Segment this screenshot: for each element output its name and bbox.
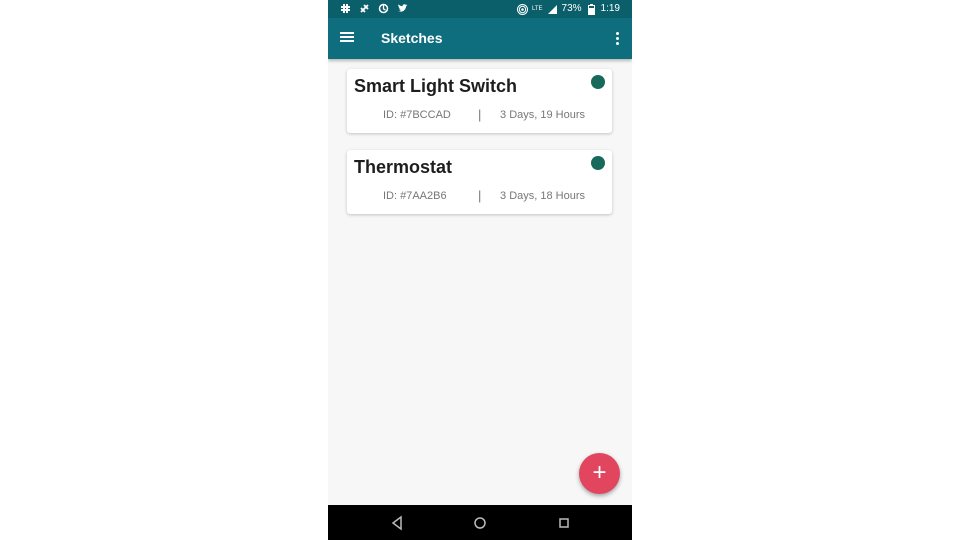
slack-alt-icon (359, 3, 370, 14)
more-vert-icon[interactable] (612, 30, 622, 48)
navigation-bar (328, 505, 632, 540)
sketch-meta: ID: #7AA2B6 | 3 Days, 18 Hours (347, 188, 612, 204)
add-sketch-button[interactable]: + (579, 453, 620, 494)
signal-icon (547, 4, 558, 15)
sketch-card-thermostat[interactable]: Thermostat ID: #7AA2B6 | 3 Days, 18 Hour… (347, 150, 612, 214)
recents-icon[interactable] (555, 514, 573, 532)
clock: 1:19 (600, 3, 620, 14)
status-indicator (591, 156, 605, 170)
sketch-list: Smart Light Switch ID: #7BCCAD | 3 Days,… (328, 59, 632, 505)
home-icon[interactable] (471, 514, 489, 532)
sketch-title: Smart Light Switch (354, 76, 518, 96)
sketch-meta: ID: #7BCCAD | 3 Days, 19 Hours (347, 107, 612, 123)
sketch-title: Thermostat (354, 157, 453, 177)
sketch-id: ID: #7AA2B6 (383, 190, 447, 202)
twitter-icon (397, 3, 408, 14)
app-bar: Sketches (328, 18, 632, 59)
system-status: LTE 73% 1:19 (516, 2, 620, 16)
meta-separator: | (478, 188, 482, 203)
battery-icon (586, 3, 597, 15)
network-type: LTE (531, 6, 543, 12)
hotspot-icon (516, 3, 528, 15)
status-bar: LTE 73% 1:19 (328, 0, 632, 18)
page-title: Sketches (381, 30, 443, 46)
meta-separator: | (478, 107, 482, 122)
phone-screen: LTE 73% 1:19 Sketches Smart Light Switch… (328, 0, 632, 540)
sketch-id: ID: #7BCCAD (383, 109, 451, 121)
sync-icon (378, 3, 389, 14)
slack-icon (340, 3, 351, 14)
hamburger-icon[interactable] (340, 30, 358, 48)
sketch-age: 3 Days, 19 Hours (500, 109, 585, 121)
notification-icons (340, 3, 408, 14)
back-icon[interactable] (388, 514, 406, 532)
status-indicator (591, 75, 605, 89)
sketch-age: 3 Days, 18 Hours (500, 190, 585, 202)
battery-percent: 73% (561, 3, 582, 14)
sketch-card-smart-light-switch[interactable]: Smart Light Switch ID: #7BCCAD | 3 Days,… (347, 69, 612, 133)
